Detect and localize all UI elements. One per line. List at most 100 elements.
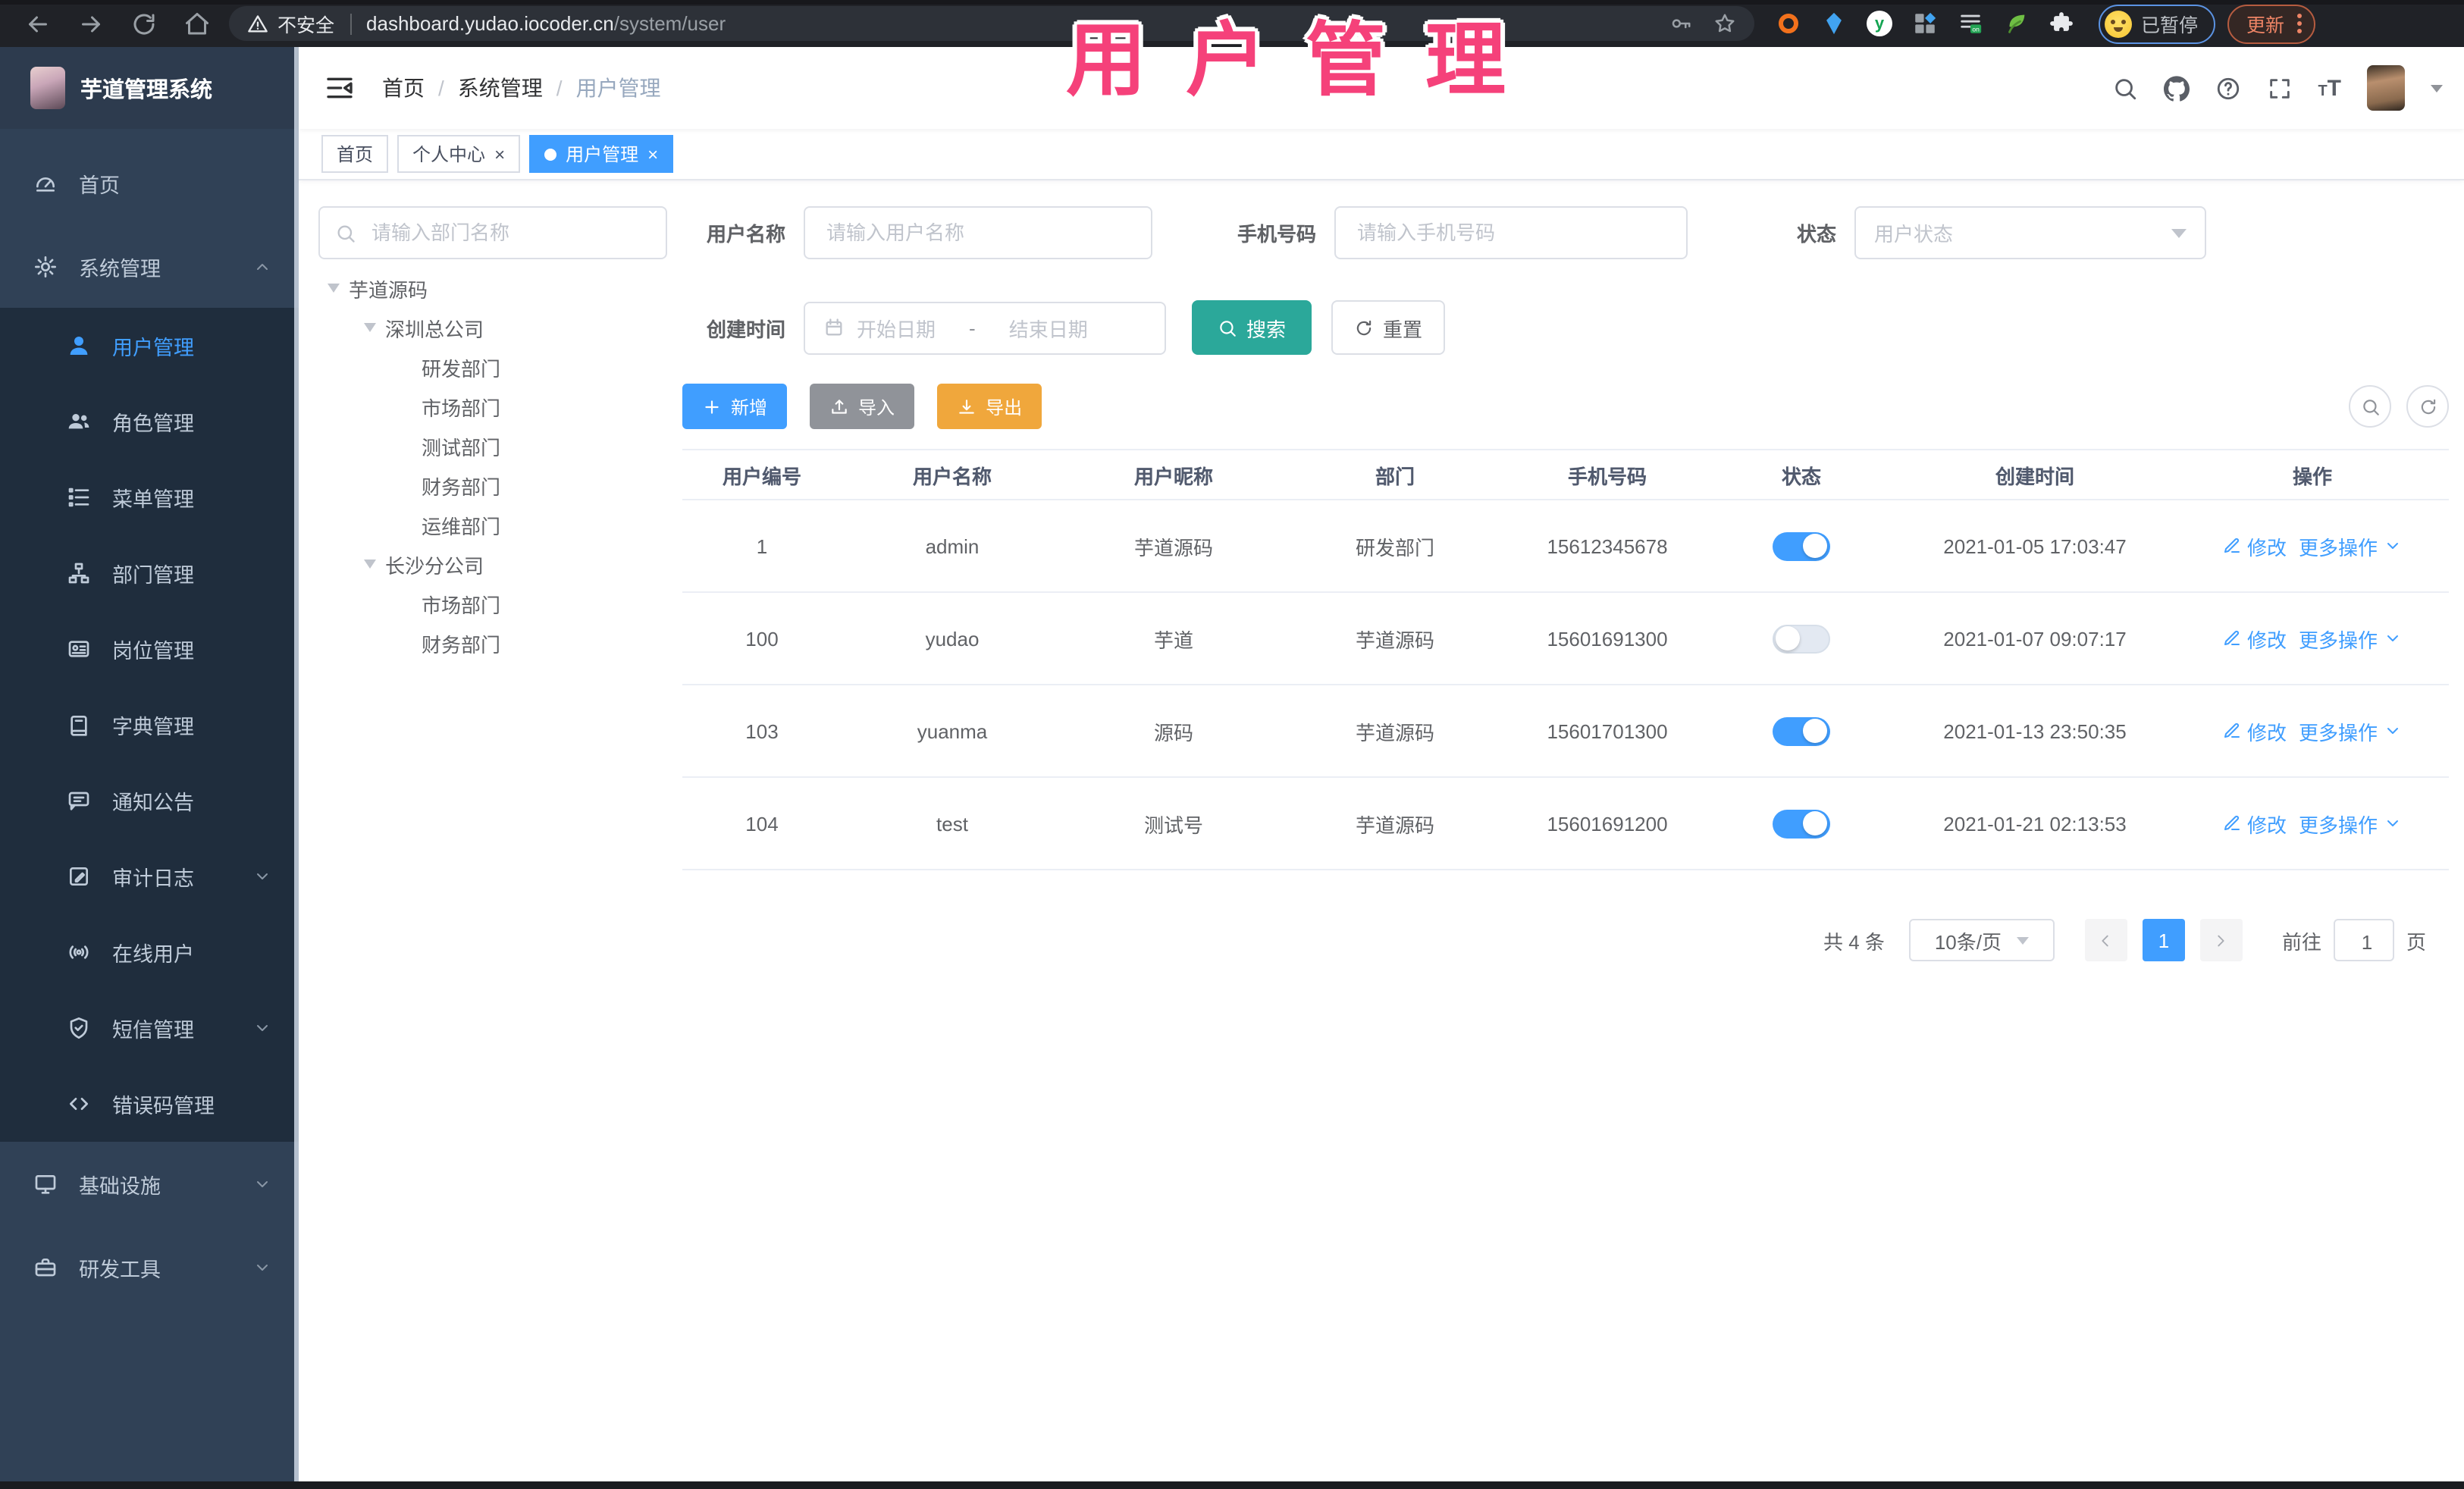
sidebar-item-gear[interactable]: 系统管理	[0, 224, 299, 308]
browser-menu-icon[interactable]	[2296, 14, 2302, 33]
search-icon[interactable]	[2111, 75, 2137, 101]
sidebar-item-dictionary[interactable]: 字典管理	[0, 687, 299, 763]
cell-username: yudao	[925, 627, 980, 650]
import-button[interactable]: 导入	[810, 384, 915, 429]
adblock-ring-icon[interactable]	[1776, 11, 1801, 36]
goto-page-input[interactable]	[2334, 920, 2399, 963]
add-button[interactable]: 新增	[682, 384, 788, 429]
status-toggle[interactable]	[1773, 624, 1830, 653]
browser-update-button[interactable]: 更新	[2227, 4, 2315, 43]
leaf-icon[interactable]	[2003, 11, 2029, 36]
gem-icon[interactable]	[1821, 11, 1847, 36]
green-badge-icon[interactable]: y	[1867, 11, 1892, 36]
browser-profile-chip[interactable]: 已暂停	[2099, 4, 2215, 43]
tree-node[interactable]: 研发部门	[318, 347, 667, 387]
reset-button[interactable]: 重置	[1331, 300, 1446, 355]
fullscreen-icon[interactable]	[2266, 75, 2292, 101]
font-size-icon[interactable]: TT	[2318, 77, 2341, 99]
status-toggle[interactable]	[1773, 531, 1830, 560]
export-button[interactable]: 导出	[937, 384, 1042, 429]
tree-node[interactable]: 长沙分公司	[318, 544, 667, 584]
reload-icon[interactable]	[130, 10, 158, 37]
tab[interactable]: 个人中心 ×	[397, 135, 521, 173]
switch-on-icon[interactable]: on	[1958, 11, 1983, 36]
cell-actions: 修改 更多操作	[2176, 531, 2449, 560]
date-range-picker[interactable]: 开始日期 - 结束日期	[804, 301, 1166, 354]
sidebar-item-dev-tools[interactable]: 研发工具	[0, 1225, 299, 1309]
tree-caret-icon[interactable]	[364, 323, 385, 332]
tree-caret-icon[interactable]	[364, 560, 385, 569]
search-button[interactable]: 搜索	[1192, 300, 1312, 355]
more-actions-link[interactable]: 更多操作	[2299, 716, 2402, 745]
more-actions-link[interactable]: 更多操作	[2299, 531, 2402, 560]
app-logo-row[interactable]: 芋道管理系统	[0, 47, 299, 129]
tree-node[interactable]: 财务部门	[318, 466, 667, 505]
sidebar-item-online-users[interactable]: 在线用户	[0, 914, 299, 990]
sidebar-item-org-tree[interactable]: 部门管理	[0, 535, 299, 611]
avatar-caret-icon[interactable]	[2431, 84, 2443, 92]
sidebar-item-infrastructure[interactable]: 基础设施	[0, 1142, 299, 1225]
security-label[interactable]: 不安全	[277, 9, 334, 38]
tab-close-icon[interactable]: ×	[494, 145, 505, 163]
tree-node[interactable]: 市场部门	[318, 584, 667, 623]
sidebar-item-announcement[interactable]: 通知公告	[0, 763, 299, 839]
page-url[interactable]: dashboard.yudao.iocoder.cn/system/user	[366, 12, 726, 35]
app-title: 芋道管理系统	[80, 78, 212, 102]
sidebar-item-audit-log[interactable]: 审计日志	[0, 839, 299, 914]
more-actions-link[interactable]: 更多操作	[2299, 809, 2402, 838]
tree-node[interactable]: 财务部门	[318, 623, 667, 663]
puzzle-icon[interactable]	[2049, 11, 2074, 36]
home-icon[interactable]	[183, 10, 211, 37]
edit-link[interactable]: 修改	[2223, 624, 2287, 653]
department-search-input[interactable]	[368, 220, 650, 246]
forward-icon[interactable]	[77, 10, 105, 37]
page-size-select[interactable]: 10条/页	[1908, 919, 2055, 961]
department-search[interactable]	[318, 206, 667, 259]
username-input[interactable]	[823, 220, 1133, 246]
bookmark-star-icon[interactable]	[1713, 12, 1736, 35]
status-select[interactable]: 用户状态	[1854, 206, 2206, 259]
back-icon[interactable]	[24, 10, 52, 37]
tree-node[interactable]: 深圳总公司	[318, 308, 667, 347]
tree-node[interactable]: 运维部门	[318, 505, 667, 544]
show-search-button[interactable]	[2349, 385, 2391, 428]
sidebar-collapse-icon[interactable]	[324, 73, 355, 103]
mobile-field[interactable]	[1334, 206, 1688, 259]
tab[interactable]: 用户管理 ×	[529, 135, 674, 173]
tree-node[interactable]: 市场部门	[318, 387, 667, 426]
cell-username: yuanma	[917, 719, 988, 742]
breadcrumb-home[interactable]: 首页	[382, 73, 425, 103]
prev-page-button[interactable]	[2084, 919, 2127, 961]
sidebar-item-users[interactable]: 角色管理	[0, 384, 299, 459]
tab[interactable]: 首页	[321, 135, 389, 173]
user-avatar[interactable]	[2367, 65, 2405, 111]
sidebar-item-dashboard[interactable]: 首页	[0, 141, 299, 224]
plus-icon	[705, 400, 719, 413]
help-icon[interactable]	[2215, 75, 2240, 101]
refresh-table-button[interactable]	[2406, 385, 2449, 428]
page-number-current[interactable]: 1	[2142, 919, 2185, 961]
sidebar-item-sms[interactable]: 短信管理	[0, 990, 299, 1066]
breadcrumb-system[interactable]: 系统管理	[458, 73, 543, 103]
sidebar-item-error-code[interactable]: 错误码管理	[0, 1066, 299, 1142]
goto-page-field[interactable]	[2333, 919, 2399, 963]
tree-node[interactable]: 测试部门	[318, 426, 667, 466]
mobile-input[interactable]	[1354, 220, 1668, 246]
sidebar-item-id-card[interactable]: 岗位管理	[0, 611, 299, 687]
next-page-button[interactable]	[2199, 919, 2243, 961]
tree-caret-icon[interactable]	[328, 284, 349, 293]
password-key-icon[interactable]	[1669, 12, 1692, 35]
tree-node[interactable]: 芋道源码	[318, 268, 667, 308]
edit-link[interactable]: 修改	[2223, 531, 2287, 560]
tab-close-icon[interactable]: ×	[647, 145, 658, 163]
status-toggle[interactable]	[1773, 809, 1830, 838]
github-icon[interactable]	[2163, 75, 2190, 101]
sidebar-item-user[interactable]: 用户管理	[0, 308, 299, 384]
sidebar-item-menu-list[interactable]: 菜单管理	[0, 459, 299, 535]
edit-link[interactable]: 修改	[2223, 809, 2287, 838]
username-field[interactable]	[804, 206, 1152, 259]
more-actions-link[interactable]: 更多操作	[2299, 624, 2402, 653]
grid-icon[interactable]	[1912, 11, 1938, 36]
edit-link[interactable]: 修改	[2223, 716, 2287, 745]
status-toggle[interactable]	[1773, 716, 1830, 745]
